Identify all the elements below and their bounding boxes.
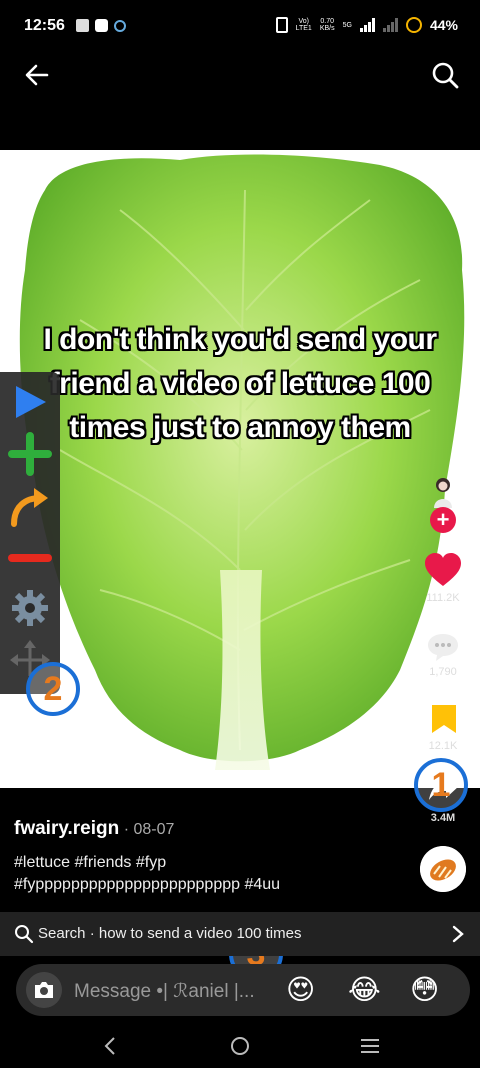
post-meta: fwairy.reign · 08-07 #lettuce #friends #… [14,818,414,896]
media-notification-icon [76,19,89,32]
bookmark-icon[interactable] [430,703,458,735]
share-count: 3.4M [430,812,456,824]
creator-avatar[interactable] [430,476,456,508]
heart-icon[interactable] [424,553,462,587]
network-line1: Vo) [298,18,309,25]
caption-line: I don't think you'd send your [43,323,437,356]
vibrate-icon [275,17,288,33]
search-suggestion-text: Search · how to send a video 100 times [38,925,302,942]
status-bar: 12:56 Vo) LTE1 0.70 KB/s 5G 44% [0,0,480,54]
save-count: 12.1K [428,740,458,752]
arrow-left-icon[interactable] [22,60,52,90]
nav-home-icon[interactable] [225,1032,255,1060]
message-input[interactable]: Message •| ℛaniel |... [74,980,255,1003]
emoji-flushed[interactable]: 😳 [410,973,439,1007]
signal-icon [359,18,375,32]
like-count: 111.2K [426,592,460,604]
emoji-heart-eyes[interactable]: 😍 [286,973,315,1007]
settings-gear-icon[interactable] [8,586,52,630]
minus-icon[interactable] [8,536,52,580]
redo-arrow-icon[interactable] [8,484,52,528]
hashtags-line[interactable]: #fyppppppppppppppppppppppp #4uu [14,874,414,896]
plus-icon[interactable] [8,432,52,476]
caption-line: friend a video of lettuce 100 [49,367,431,400]
battery-icon [405,17,422,33]
camera-icon[interactable] [26,972,62,1008]
signal-icon-2 [382,18,398,32]
comment-icon[interactable] [426,632,460,662]
message-bar: Message •| ℛaniel |... 😍 😂 😳 [16,964,470,1016]
status-time: 12:56 [24,17,65,34]
status-right: Vo) LTE1 0.70 KB/s 5G 44% [275,17,458,33]
mail-notification-icon [95,19,108,32]
search-suggestion-row[interactable]: Search · how to send a video 100 times [0,912,480,956]
net-type: 5G [342,21,352,29]
speed-unit: KB/s [319,25,335,32]
app-notification-icon [114,19,126,32]
follow-button[interactable]: + [430,507,456,533]
music-disc-icon[interactable] [420,846,466,892]
video-caption: I don't think you'd send your friend a v… [0,318,480,450]
marker-2: 2 [26,662,80,716]
marker-1: 1 [414,758,468,812]
search-icon[interactable] [430,60,460,90]
play-icon[interactable] [8,380,52,424]
floating-toolbar [0,372,60,694]
top-bar [0,54,480,94]
author-name[interactable]: fwairy.reign [14,818,119,839]
battery-percent: 44% [429,17,458,33]
speed-value: 0.70 [320,18,335,25]
hashtags[interactable]: #lettuce #friends #fyp #fypppppppppppppp… [14,852,414,896]
notification-icons [76,19,126,32]
post-date: · 08-07 [123,821,175,838]
network-line2: LTE1 [295,25,312,32]
chevron-right-icon [452,925,464,943]
system-nav-bar [0,1024,480,1068]
hashtags-line[interactable]: #lettuce #friends #fyp [14,852,414,874]
comment-count: 1,790 [429,666,457,678]
caption-line: times just to annoy them [69,411,411,444]
nav-back-icon[interactable] [96,1032,126,1060]
nav-menu-icon[interactable] [355,1032,385,1060]
emoji-laugh[interactable]: 😂 [348,973,381,1007]
search-icon [15,925,34,944]
